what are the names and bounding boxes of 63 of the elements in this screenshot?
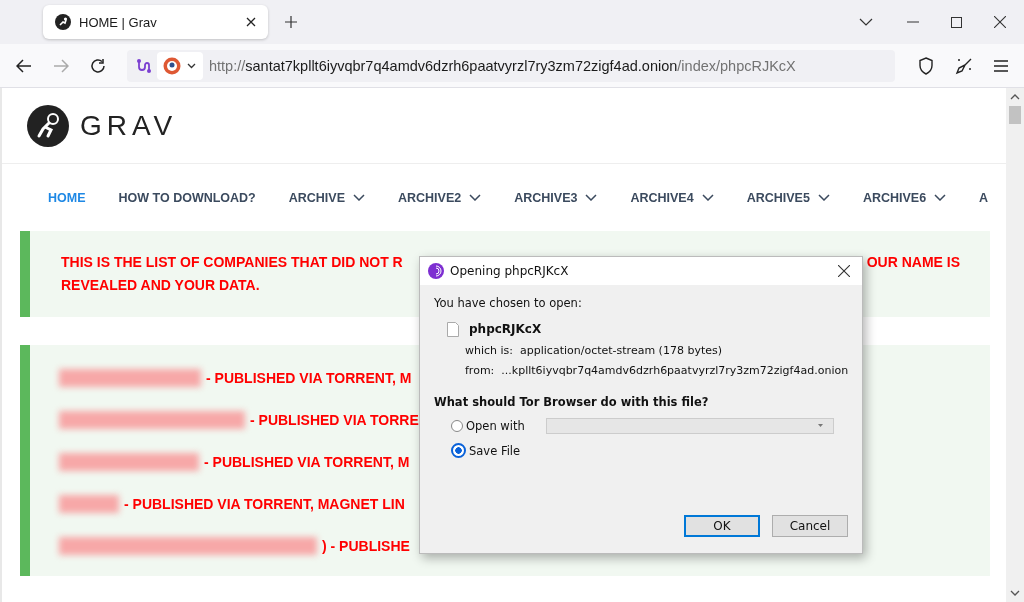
- entry-text: - PUBLISHED VIA TORRE: [250, 412, 419, 428]
- caret-icon: [818, 424, 823, 427]
- chevron-down-icon: [701, 194, 714, 201]
- option-label[interactable]: Open with: [466, 418, 543, 433]
- dialog-question: What should Tor Browser do with this file?: [434, 395, 710, 409]
- chevron-down-icon: [353, 194, 365, 201]
- notice-text: THIS IS THE LIST OF COMPANIES THAT DID NOT R: [61, 253, 403, 272]
- entry-text: - PUBLISHED VIA TORRENT, M: [206, 370, 412, 386]
- scrollbar-thumb[interactable]: [1009, 106, 1021, 124]
- radio-button[interactable]: [451, 419, 463, 432]
- option-label[interactable]: Save File: [469, 443, 546, 458]
- chevron-down-icon: [469, 194, 482, 201]
- info-label: which is:: [465, 343, 514, 357]
- scroll-down-icon[interactable]: [1010, 590, 1020, 596]
- back-icon[interactable]: [16, 58, 32, 73]
- nav-link[interactable]: ARCHIVE3: [514, 190, 598, 205]
- shield-icon[interactable]: [918, 56, 934, 75]
- file-icon: [447, 321, 459, 337]
- nav-link[interactable]: ARCHIVE5: [746, 190, 830, 205]
- menu-icon[interactable]: [994, 59, 1008, 72]
- tab-title: HOME | Grav: [79, 14, 158, 30]
- notice-text: REVEALED AND YOUR DATA.: [61, 276, 260, 295]
- new-tab-icon[interactable]: [285, 16, 297, 28]
- circuit-icon[interactable]: [135, 57, 151, 74]
- address-bar[interactable]: http://santat7kpllt6iyvqbr7q4amdv6dzrh6paatvyrzl7ry3zm72zigf4ad.onion/index/phpcRJKcX: [127, 49, 895, 82]
- close-tab-icon[interactable]: [246, 17, 256, 27]
- file-name: phpcRJKcX: [469, 322, 542, 336]
- info-value: application/octet-stream (178 bytes): [520, 343, 722, 357]
- info-value: ...kpllt6iyvqbr7q4amdv6dzrh6paatvyrzl7ry3zm72zigf4ad.onion: [501, 363, 849, 377]
- dialog-text: You have chosen to open:: [434, 296, 583, 310]
- url-text: http://santat7kpllt6iyvqbr7q4amdv6dzrh6paatvyrzl7ry3zm72zigf4ad.onion/index/phpcRJKcX: [209, 57, 796, 74]
- chevron-down-icon: [817, 194, 830, 201]
- nav-link[interactable]: HOME: [48, 190, 86, 205]
- info-label: from:: [465, 363, 495, 377]
- radio-button[interactable]: [451, 443, 466, 458]
- close-icon[interactable]: [838, 265, 850, 277]
- astronaut-logo-icon[interactable]: [27, 104, 69, 147]
- dialog-button[interactable]: OK: [684, 515, 760, 537]
- chevron-down-icon[interactable]: [859, 18, 873, 26]
- search-engine-button[interactable]: [157, 51, 203, 80]
- notice-text: OUR NAME IS: [866, 253, 960, 272]
- scrollbar[interactable]: [1006, 88, 1024, 602]
- entry-text: ) - PUBLISHE: [322, 538, 410, 554]
- browser-tab[interactable]: HOME | Grav: [43, 5, 268, 39]
- nav-link[interactable]: ARCHIVE4: [630, 190, 714, 205]
- nav-link[interactable]: ARCHIVE6: [862, 190, 947, 205]
- redacted-name-blur: [59, 495, 119, 513]
- nav-link[interactable]: A: [979, 190, 989, 205]
- dialog-title: Opening phpcRJKcX: [450, 264, 570, 278]
- caret-icon: [187, 62, 196, 69]
- chevron-down-icon: [934, 194, 947, 201]
- nav-link[interactable]: ARCHIVE2: [398, 190, 482, 205]
- entry-text: - PUBLISHED VIA TORRENT, MAGNET LIN: [124, 496, 405, 512]
- entry-text: - PUBLISHED VIA TORRENT, M: [204, 454, 410, 470]
- logo-text[interactable]: GRAV: [80, 109, 178, 142]
- dialog-button[interactable]: Cancel: [772, 515, 848, 537]
- close-window-icon[interactable]: [994, 16, 1006, 28]
- nav-link[interactable]: HOW TO DOWNLOAD?: [118, 190, 256, 205]
- reload-icon[interactable]: [90, 57, 106, 74]
- chevron-down-icon: [585, 194, 598, 201]
- scroll-up-icon[interactable]: [1010, 94, 1020, 100]
- nav-link[interactable]: ARCHIVE: [288, 190, 365, 205]
- maximize-icon[interactable]: [951, 16, 962, 28]
